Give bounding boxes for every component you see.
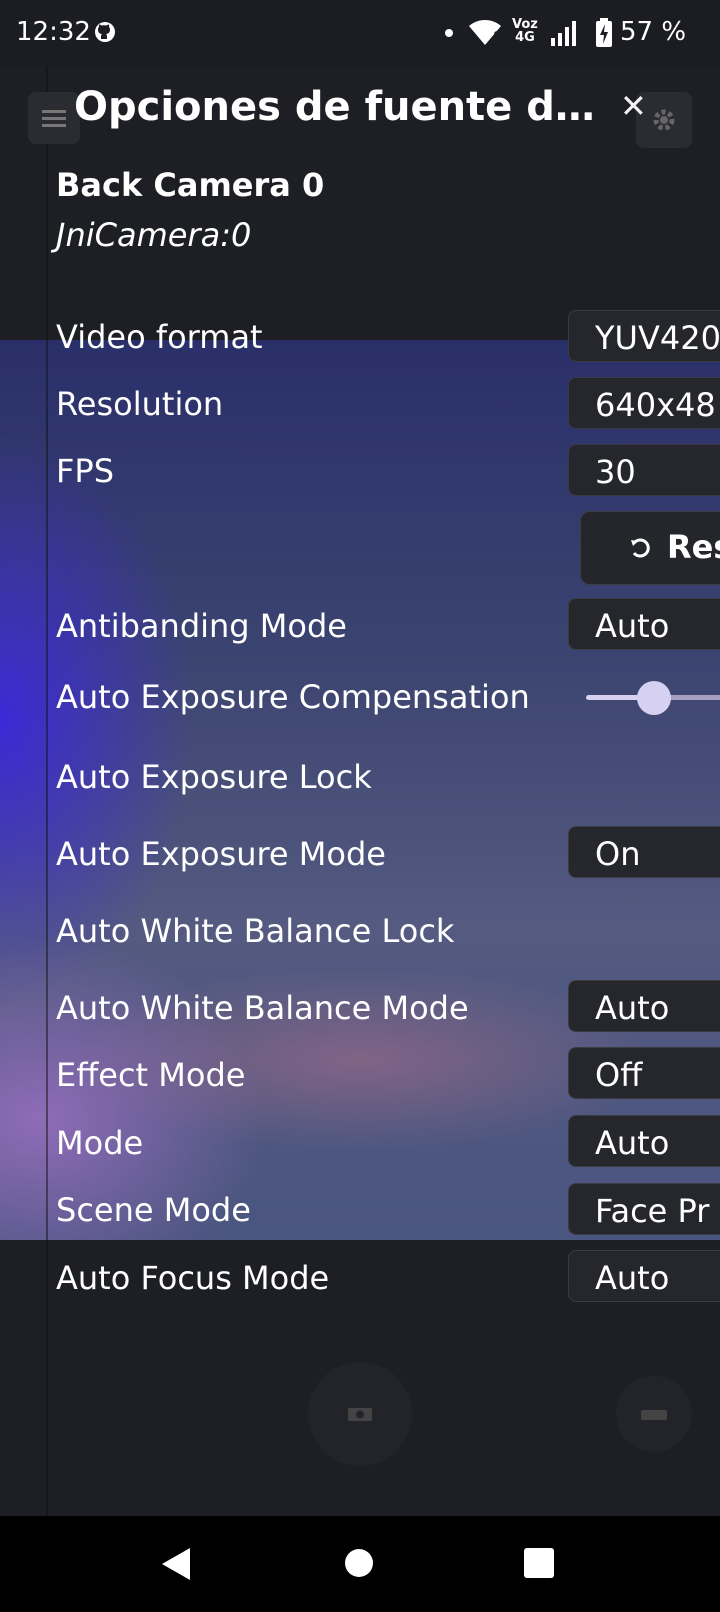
resolution-select[interactable]: 640x48 (568, 377, 720, 429)
effect-mode-label: Effect Mode (56, 1056, 246, 1094)
keyboard-icon (641, 1410, 667, 1420)
ae-lock-label: Auto Exposure Lock (56, 758, 372, 796)
scene-mode-label: Scene Mode (56, 1191, 251, 1229)
video-format-select[interactable]: YUV420 (568, 310, 720, 362)
menu-icon (42, 110, 66, 127)
close-button[interactable]: ✕ (620, 90, 650, 122)
dialog-title: Opciones de fuente d… (74, 84, 595, 130)
navigation-bar (0, 1516, 720, 1612)
reset-icon (631, 538, 650, 558)
reset-button[interactable]: Res (580, 511, 720, 585)
effect-mode-select[interactable]: Off (568, 1047, 720, 1099)
battery-percent: 57 % (620, 17, 687, 47)
resolution-label: Resolution (56, 385, 224, 423)
back-icon[interactable] (160, 1546, 192, 1582)
awb-mode-label: Auto White Balance Mode (56, 989, 469, 1027)
antibanding-mode-label: Antibanding Mode (56, 607, 347, 645)
awb-mode-select[interactable]: Auto (568, 980, 720, 1032)
github-icon (95, 22, 115, 42)
network-type: Voz 4G (512, 17, 538, 45)
ae-mode-select[interactable]: On (568, 826, 720, 878)
ae-compensation-slider-thumb[interactable] (637, 681, 671, 715)
signal-icon (551, 21, 576, 46)
status-time: 12:32 (16, 17, 91, 47)
menu-button[interactable] (28, 92, 80, 144)
status-bar: 12:32 Voz 4G 57 % (0, 0, 720, 66)
recents-icon[interactable] (524, 1548, 554, 1578)
wifi-icon (469, 20, 502, 45)
fps-select[interactable]: 30 (568, 444, 720, 496)
antibanding-mode-select[interactable]: Auto (568, 598, 720, 650)
ae-compensation-label: Auto Exposure Compensation (56, 678, 530, 716)
mode-select[interactable]: Auto (568, 1115, 720, 1167)
video-format-label: Video format (56, 318, 263, 356)
panel-left-edge (46, 66, 48, 1516)
auto-focus-mode-select[interactable]: Auto (568, 1250, 720, 1302)
camera-id: JniCamera:0 (56, 216, 252, 254)
more-button[interactable] (616, 1376, 692, 1452)
awb-lock-label: Auto White Balance Lock (56, 912, 455, 950)
camera-button[interactable] (308, 1362, 412, 1466)
camera-name: Back Camera 0 (56, 166, 325, 204)
battery-icon (596, 18, 612, 47)
fps-label: FPS (56, 452, 115, 490)
home-icon[interactable] (345, 1549, 373, 1577)
notification-dot-icon (445, 29, 453, 37)
ae-mode-label: Auto Exposure Mode (56, 835, 386, 873)
close-icon: ✕ (620, 87, 647, 125)
gear-icon (653, 109, 675, 131)
scene-mode-select[interactable]: Face Pr (568, 1183, 720, 1235)
mode-label: Mode (56, 1124, 144, 1162)
auto-focus-mode-label: Auto Focus Mode (56, 1259, 330, 1297)
camera-icon (348, 1408, 372, 1421)
